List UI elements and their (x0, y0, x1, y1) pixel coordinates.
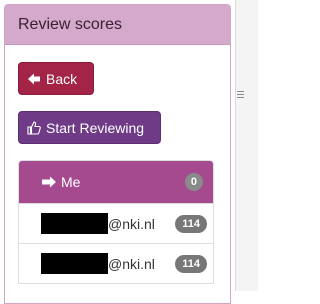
count-badge: 114 (175, 214, 207, 233)
list-item-me[interactable]: Me 0 (19, 161, 213, 203)
me-count-badge: 0 (184, 173, 203, 191)
thumbs-up-icon (27, 120, 41, 135)
panel-title: Review scores (5, 5, 230, 45)
redacted-username (41, 213, 108, 234)
scrollbar-gutter[interactable] (235, 0, 258, 291)
list-item[interactable]: @nki.nl 114 (19, 203, 213, 243)
reviewer-list: Me 0 @nki.nl 114 @nki.nl 114 (18, 160, 214, 284)
redacted-username (41, 253, 108, 274)
splitter-grip-icon[interactable] (237, 91, 245, 99)
me-label: Me (61, 174, 81, 190)
email-domain: @nki.nl (108, 255, 155, 272)
list-item[interactable]: @nki.nl 114 (19, 243, 213, 283)
arrow-right-icon (42, 176, 56, 188)
back-button[interactable]: Back (18, 62, 94, 95)
count-badge: 114 (175, 254, 207, 273)
arrow-left-icon (28, 73, 40, 84)
email-domain: @nki.nl (108, 215, 155, 232)
start-reviewing-button[interactable]: Start Reviewing (18, 111, 161, 144)
start-reviewing-label: Start Reviewing (46, 119, 145, 136)
review-scores-panel: Review scores Back Start Reviewing Me 0 … (4, 4, 231, 304)
back-button-label: Back (46, 70, 78, 87)
